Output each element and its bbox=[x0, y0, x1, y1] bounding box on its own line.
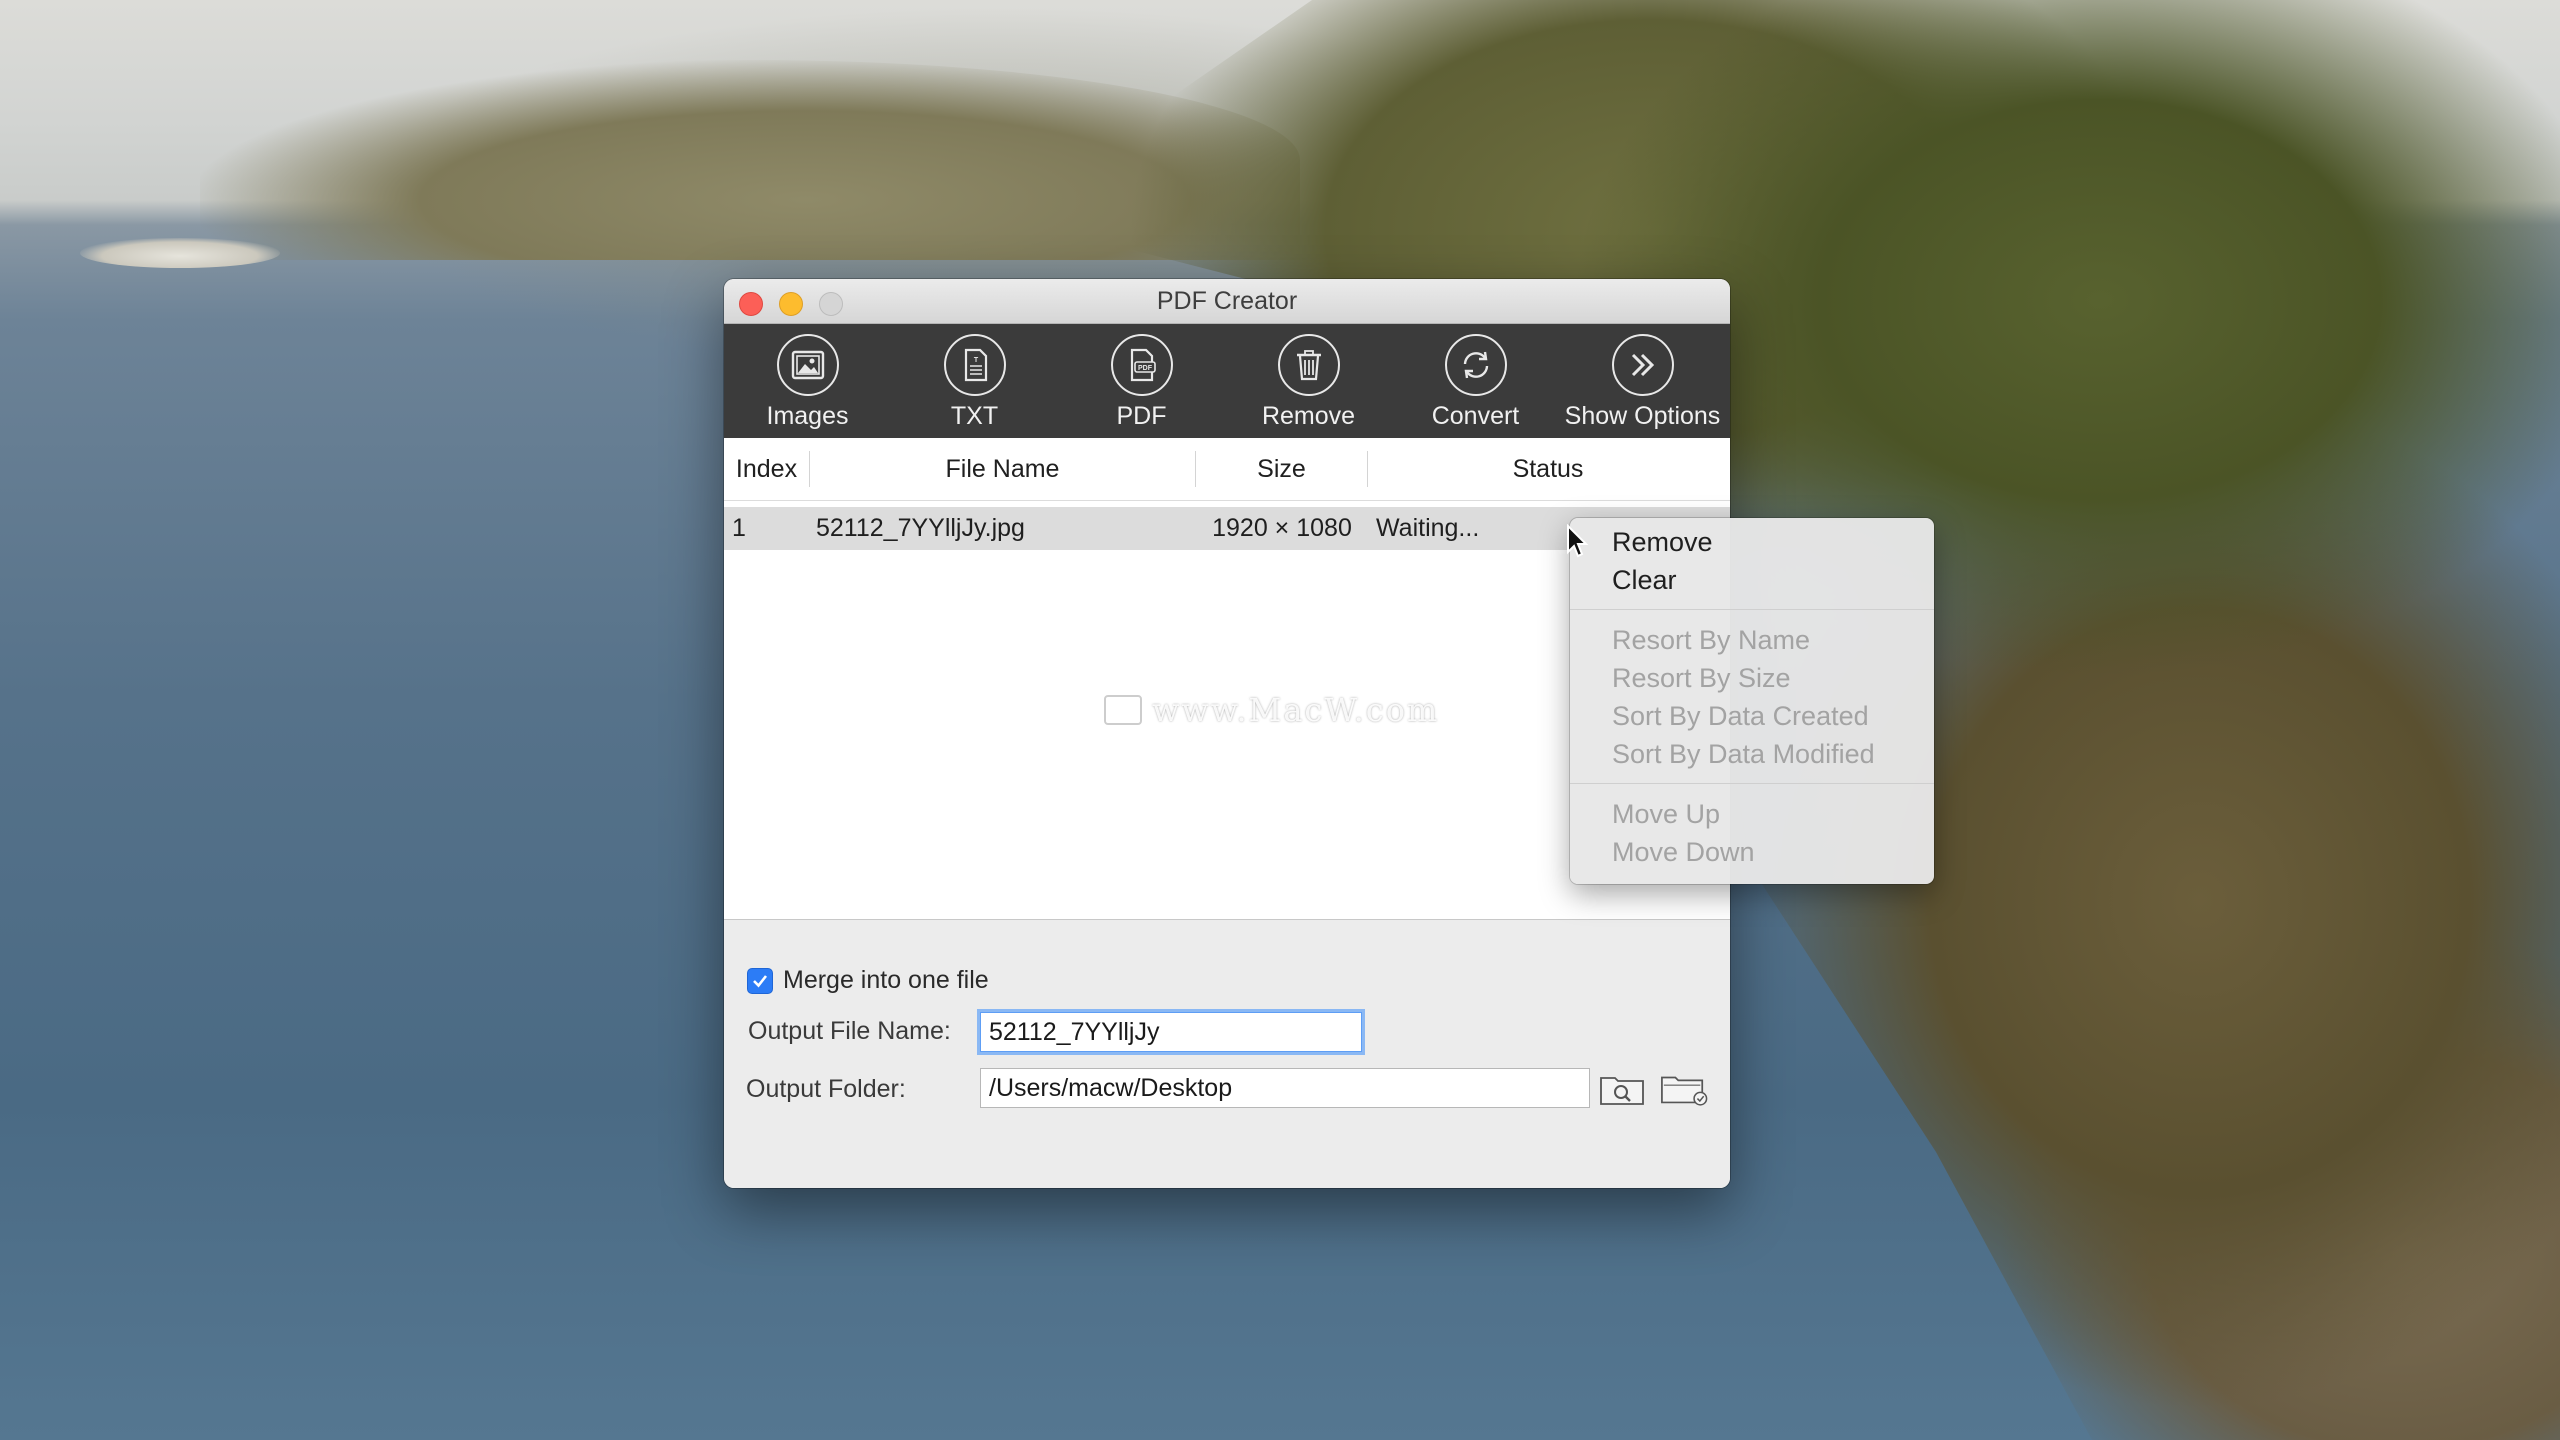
watermark-logo-icon bbox=[1104, 695, 1142, 725]
image-icon bbox=[776, 334, 839, 396]
convert-label: Convert bbox=[1431, 402, 1520, 430]
menu-item-move-up[interactable]: Move Up bbox=[1570, 795, 1934, 833]
output-file-name-input[interactable] bbox=[980, 1012, 1362, 1052]
menu-item-move-down[interactable]: Move Down bbox=[1570, 833, 1934, 871]
column-header-status[interactable]: Status bbox=[1368, 451, 1728, 487]
background-island bbox=[80, 238, 280, 268]
desktop-background: PDF Creator Images T TXT PDF PDF Remove … bbox=[0, 0, 2560, 1440]
column-header-index[interactable]: Index bbox=[724, 451, 810, 487]
row-size: 1920 × 1080 bbox=[1212, 514, 1352, 542]
menu-item-resort-by-size[interactable]: Resort By Size bbox=[1570, 659, 1934, 697]
browse-folder-button[interactable] bbox=[1598, 1070, 1646, 1108]
menu-item-remove[interactable]: Remove bbox=[1570, 523, 1934, 561]
svg-text:T: T bbox=[973, 357, 978, 364]
double-chevron-right-icon bbox=[1611, 334, 1674, 396]
output-file-name-label: Output File Name: bbox=[748, 1017, 951, 1045]
menu-item-sort-by-modified[interactable]: Sort By Data Modified bbox=[1570, 735, 1934, 773]
merge-label: Merge into one file bbox=[783, 966, 989, 994]
file-table-header: Index File Name Size Status bbox=[724, 438, 1730, 501]
show-options-button[interactable]: Show Options bbox=[1559, 324, 1726, 438]
context-menu: Remove Clear Resort By Name Resort By Si… bbox=[1570, 518, 1934, 884]
images-button[interactable]: Images bbox=[724, 324, 891, 438]
pdf-label: PDF bbox=[1116, 402, 1167, 430]
checkmark-icon bbox=[753, 974, 768, 987]
txt-label: TXT bbox=[950, 402, 999, 430]
mouse-pointer-icon bbox=[1567, 524, 1589, 558]
column-header-size[interactable]: Size bbox=[1196, 451, 1368, 487]
window-title: PDF Creator bbox=[1156, 287, 1298, 315]
remove-label: Remove bbox=[1261, 402, 1356, 430]
row-index: 1 bbox=[732, 514, 746, 542]
show-options-label: Show Options bbox=[1564, 402, 1721, 430]
txt-button[interactable]: T TXT bbox=[891, 324, 1058, 438]
menu-item-resort-by-name[interactable]: Resort By Name bbox=[1570, 621, 1934, 659]
pdf-document-icon: PDF bbox=[1110, 334, 1173, 396]
output-folder-input[interactable] bbox=[980, 1068, 1590, 1108]
remove-button[interactable]: Remove bbox=[1225, 324, 1392, 438]
toolbar: Images T TXT PDF PDF Remove Convert Show… bbox=[724, 324, 1730, 438]
menu-item-clear[interactable]: Clear bbox=[1570, 561, 1934, 599]
watermark: www.MacW.com bbox=[1104, 691, 1439, 729]
watermark-text: www.MacW.com bbox=[1152, 691, 1440, 729]
title-bar[interactable]: PDF Creator bbox=[724, 279, 1730, 324]
menu-separator bbox=[1570, 609, 1934, 610]
options-panel: Merge into one file Output File Name: Ou… bbox=[724, 920, 1730, 1188]
column-header-file-name[interactable]: File Name bbox=[810, 451, 1196, 487]
pdf-button[interactable]: PDF PDF bbox=[1058, 324, 1225, 438]
folder-check-icon bbox=[1661, 1076, 1708, 1106]
text-document-icon: T bbox=[943, 334, 1006, 396]
convert-icon bbox=[1444, 334, 1507, 396]
folder-search-icon bbox=[1600, 1077, 1644, 1105]
output-folder-label: Output Folder: bbox=[746, 1075, 906, 1103]
images-label: Images bbox=[766, 402, 849, 430]
row-file-name: 52112_7YYlljJy.jpg bbox=[816, 514, 1025, 542]
menu-separator bbox=[1570, 783, 1934, 784]
merge-checkbox[interactable] bbox=[747, 967, 773, 994]
trash-icon bbox=[1277, 334, 1340, 396]
open-folder-button[interactable] bbox=[1660, 1070, 1708, 1108]
svg-text:PDF: PDF bbox=[1138, 365, 1153, 372]
merge-option[interactable]: Merge into one file bbox=[747, 966, 989, 995]
convert-button[interactable]: Convert bbox=[1392, 324, 1559, 438]
menu-item-sort-by-created[interactable]: Sort By Data Created bbox=[1570, 697, 1934, 735]
